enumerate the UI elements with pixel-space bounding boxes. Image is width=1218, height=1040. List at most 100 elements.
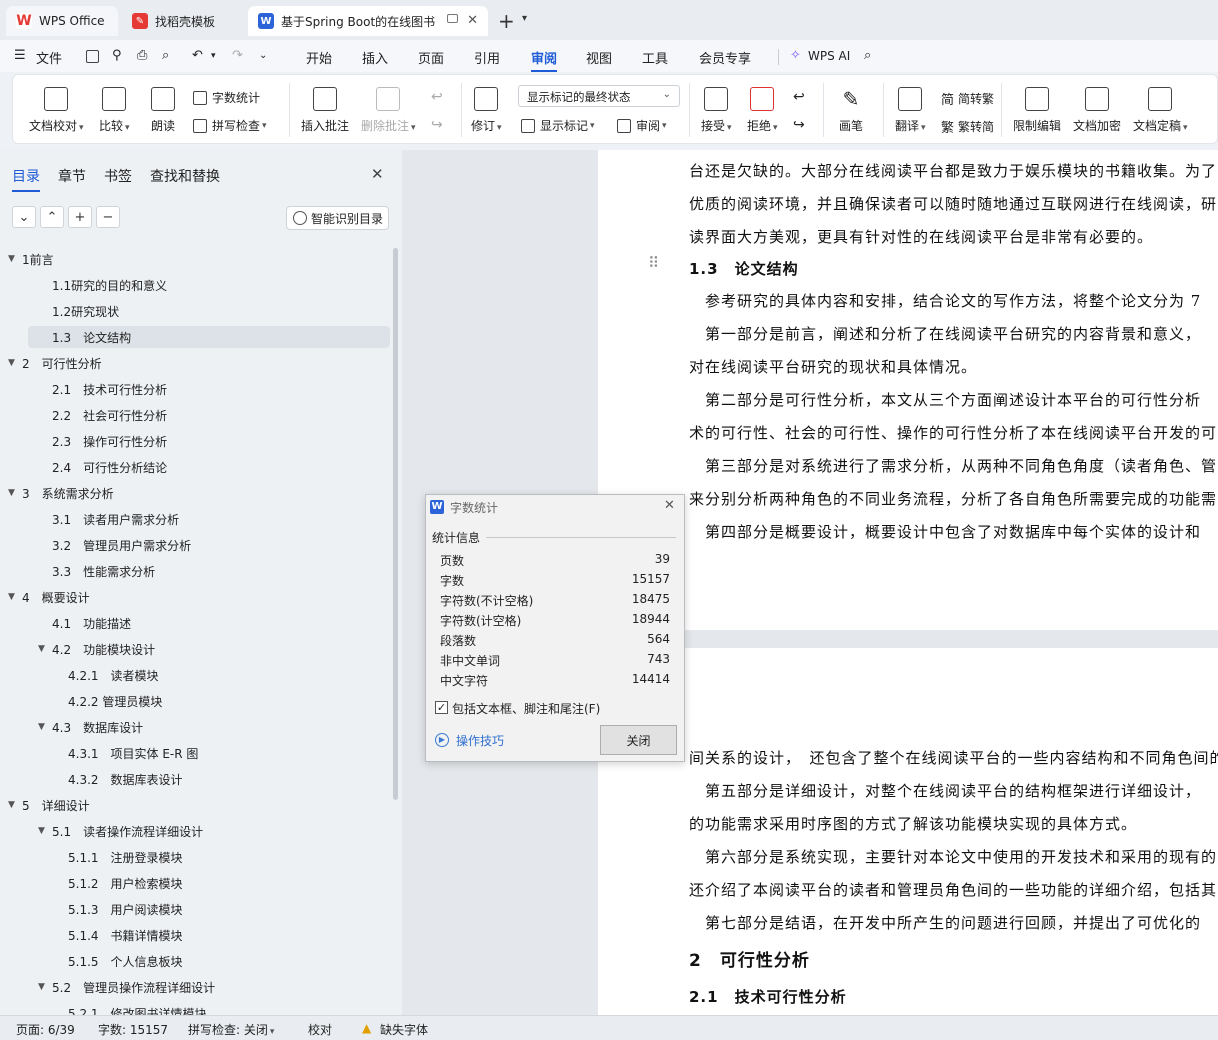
tab-wps-office[interactable]: W WPS Office xyxy=(6,6,118,36)
nav-tab-toc[interactable]: 目录 xyxy=(12,166,40,192)
undo-chevron-icon[interactable]: ▾ xyxy=(211,51,216,61)
close-tab-icon[interactable]: ✕ xyxy=(467,13,478,28)
toc-item[interactable]: ▼ 3 系统需求分析 xyxy=(8,482,114,504)
expand-triangle-icon[interactable]: ▼ xyxy=(38,644,52,654)
toc-item[interactable]: ▼ 4.3 数据库设计 xyxy=(38,716,143,738)
print-icon[interactable]: ⎙ xyxy=(137,48,147,63)
restrict-edit-button[interactable]: 限制编辑 xyxy=(1013,87,1061,134)
toc-item[interactable]: 4.2.1 读者模块 xyxy=(54,664,159,686)
expand-chevron-icon[interactable]: ⌃ xyxy=(40,206,64,228)
status-page[interactable]: 页面: 6/39 xyxy=(16,1021,75,1038)
toc-item[interactable]: ▼ 5.1 读者操作流程详细设计 xyxy=(38,820,203,842)
toc-item[interactable]: 1.1研究的目的和意义 xyxy=(38,274,167,296)
expand-triangle-icon[interactable]: ▼ xyxy=(8,358,22,368)
status-spell-check[interactable]: 拼写检查: 关闭 ▾ xyxy=(188,1021,274,1038)
menu-file[interactable]: 文件 xyxy=(36,48,62,67)
smart-toc-button[interactable]: 智能识别目录 xyxy=(286,206,389,230)
print-preview-icon[interactable]: ⌕ xyxy=(162,48,169,63)
expand-triangle-icon[interactable]: ▼ xyxy=(8,800,22,810)
nav-tab-bookmarks[interactable]: 书签 xyxy=(104,166,132,186)
toc-item[interactable]: ▼ 4 概要设计 xyxy=(8,586,90,608)
toc-item[interactable]: ▼ 5.2 管理员操作流程详细设计 xyxy=(38,976,215,998)
tab-document[interactable]: W 基于Spring Boot的在线图书 ✕ xyxy=(248,6,488,36)
status-word-count[interactable]: 字数: 15157 xyxy=(98,1021,168,1038)
prev-comment-icon[interactable]: ↩ xyxy=(431,89,443,105)
reject-button[interactable]: 拒绝 ▾ xyxy=(747,87,778,134)
word-count-button[interactable]: 字数统计 xyxy=(193,89,260,106)
menu-tools[interactable]: 工具 xyxy=(642,48,668,67)
drag-handle-icon[interactable]: ⠿ xyxy=(648,254,659,272)
toc-item[interactable]: 5.1.3 用户阅读模块 xyxy=(54,898,183,920)
toc-scrollbar[interactable] xyxy=(393,248,398,800)
toc-item[interactable]: 2.4 可行性分析结论 xyxy=(38,456,167,478)
delete-comment-button[interactable]: 删除批注 ▾ xyxy=(361,87,416,134)
accept-button[interactable]: 接受 ▾ xyxy=(701,87,732,134)
menu-review[interactable]: 审阅 xyxy=(531,48,558,72)
add-heading-icon[interactable]: + xyxy=(68,206,92,228)
toc-item[interactable]: 2.1 技术可行性分析 xyxy=(38,378,167,400)
expand-triangle-icon[interactable]: ▼ xyxy=(38,982,52,992)
toc-item[interactable]: 4.3.2 数据库表设计 xyxy=(54,768,183,790)
revise-button[interactable]: 修订 ▾ xyxy=(471,87,502,134)
pen-button[interactable]: ✎ 画笔 xyxy=(839,87,863,134)
read-aloud-button[interactable]: 朗读 xyxy=(151,87,175,134)
finalize-button[interactable]: 文档定稿 ▾ xyxy=(1133,87,1188,134)
encrypt-button[interactable]: 文档加密 xyxy=(1073,87,1121,134)
toc-item[interactable]: 3.1 读者用户需求分析 xyxy=(38,508,179,530)
include-textbox-checkbox[interactable]: ✓ xyxy=(435,701,448,714)
share-icon[interactable]: ⚲ xyxy=(112,48,122,63)
doc-check-button[interactable]: 文档校对 ▾ xyxy=(29,87,84,134)
review-pane-button[interactable]: 审阅 ▾ xyxy=(617,117,667,134)
search-icon[interactable]: ⌕ xyxy=(864,48,871,63)
compare-button[interactable]: 比较 ▾ xyxy=(99,87,130,134)
hamburger-icon[interactable]: ☰ xyxy=(14,48,26,63)
remove-heading-icon[interactable]: − xyxy=(96,206,120,228)
show-markup-button[interactable]: 显示标记 ▾ xyxy=(521,117,595,134)
toc-item[interactable]: ▼ 5 详细设计 xyxy=(8,794,90,816)
expand-triangle-icon[interactable]: ▼ xyxy=(8,488,22,498)
nav-tab-find-replace[interactable]: 查找和替换 xyxy=(150,166,220,186)
menu-start[interactable]: 开始 xyxy=(306,48,332,67)
toc-item[interactable]: 5.1.2 用户检索模块 xyxy=(54,872,183,894)
close-icon[interactable]: ✕ xyxy=(371,165,384,183)
toc-item[interactable]: ▼ 4.2 功能模块设计 xyxy=(38,638,155,660)
traditional-to-simplified-button[interactable]: 繁繁转简 xyxy=(941,117,994,136)
menu-wps-ai[interactable]: WPS AI xyxy=(808,49,850,63)
window-icon[interactable] xyxy=(447,14,458,23)
menu-page[interactable]: 页面 xyxy=(418,48,444,67)
toc-item[interactable]: 3.2 管理员用户需求分析 xyxy=(38,534,191,556)
prev-change-icon[interactable]: ↩ xyxy=(793,89,805,105)
toc-item[interactable]: ▼ 2 可行性分析 xyxy=(8,352,102,374)
toc-item[interactable]: 2.2 社会可行性分析 xyxy=(38,404,167,426)
more-chevron-icon[interactable]: ⌄ xyxy=(259,50,267,61)
tab-template[interactable]: ✎ 找稻壳模板 xyxy=(122,6,244,36)
insert-comment-button[interactable]: 插入批注 xyxy=(301,87,349,134)
toc-item[interactable]: ▼ 1前言 xyxy=(8,248,54,270)
toc-item[interactable]: 3.3 性能需求分析 xyxy=(38,560,155,582)
menu-view[interactable]: 视图 xyxy=(586,48,612,67)
expand-triangle-icon[interactable]: ▼ xyxy=(38,722,52,732)
status-proof[interactable]: 校对 xyxy=(308,1021,332,1038)
simplified-to-traditional-button[interactable]: 简简转繁 xyxy=(941,89,994,108)
toc-item[interactable]: 5.1.1 注册登录模块 xyxy=(54,846,183,868)
toc-item[interactable]: 5.1.4 书籍详情模块 xyxy=(54,924,183,946)
tips-link[interactable]: 操作技巧 xyxy=(456,732,504,749)
close-icon[interactable]: ✕ xyxy=(664,498,675,513)
markup-state-select[interactable]: 显示标记的最终状态 ⌄ xyxy=(518,85,680,107)
menu-membership[interactable]: 会员专享 xyxy=(699,48,751,67)
toc-item[interactable]: 4.3.1 项目实体 E-R 图 xyxy=(54,742,198,764)
tab-list-chevron-icon[interactable]: ▾ xyxy=(522,13,527,24)
toc-item[interactable]: 1.2研究现状 xyxy=(38,300,119,322)
translate-button[interactable]: 翻译 ▾ xyxy=(895,87,926,134)
toc-item[interactable]: 4.2.2 管理员模块 xyxy=(54,690,162,712)
close-button[interactable]: 关闭 xyxy=(600,725,677,755)
expand-triangle-icon[interactable]: ▼ xyxy=(8,592,22,602)
menu-insert[interactable]: 插入 xyxy=(362,48,388,67)
save-icon[interactable] xyxy=(86,50,99,63)
toc-item[interactable]: 4.1 功能描述 xyxy=(38,612,131,634)
redo-icon[interactable]: ↷ xyxy=(232,48,243,63)
toc-item[interactable]: 5.1.5 个人信息板块 xyxy=(54,950,183,972)
toc-item[interactable]: 2.3 操作可行性分析 xyxy=(38,430,167,452)
status-missing-font[interactable]: 缺失字体 xyxy=(380,1021,428,1038)
next-change-icon[interactable]: ↪ xyxy=(793,117,805,133)
